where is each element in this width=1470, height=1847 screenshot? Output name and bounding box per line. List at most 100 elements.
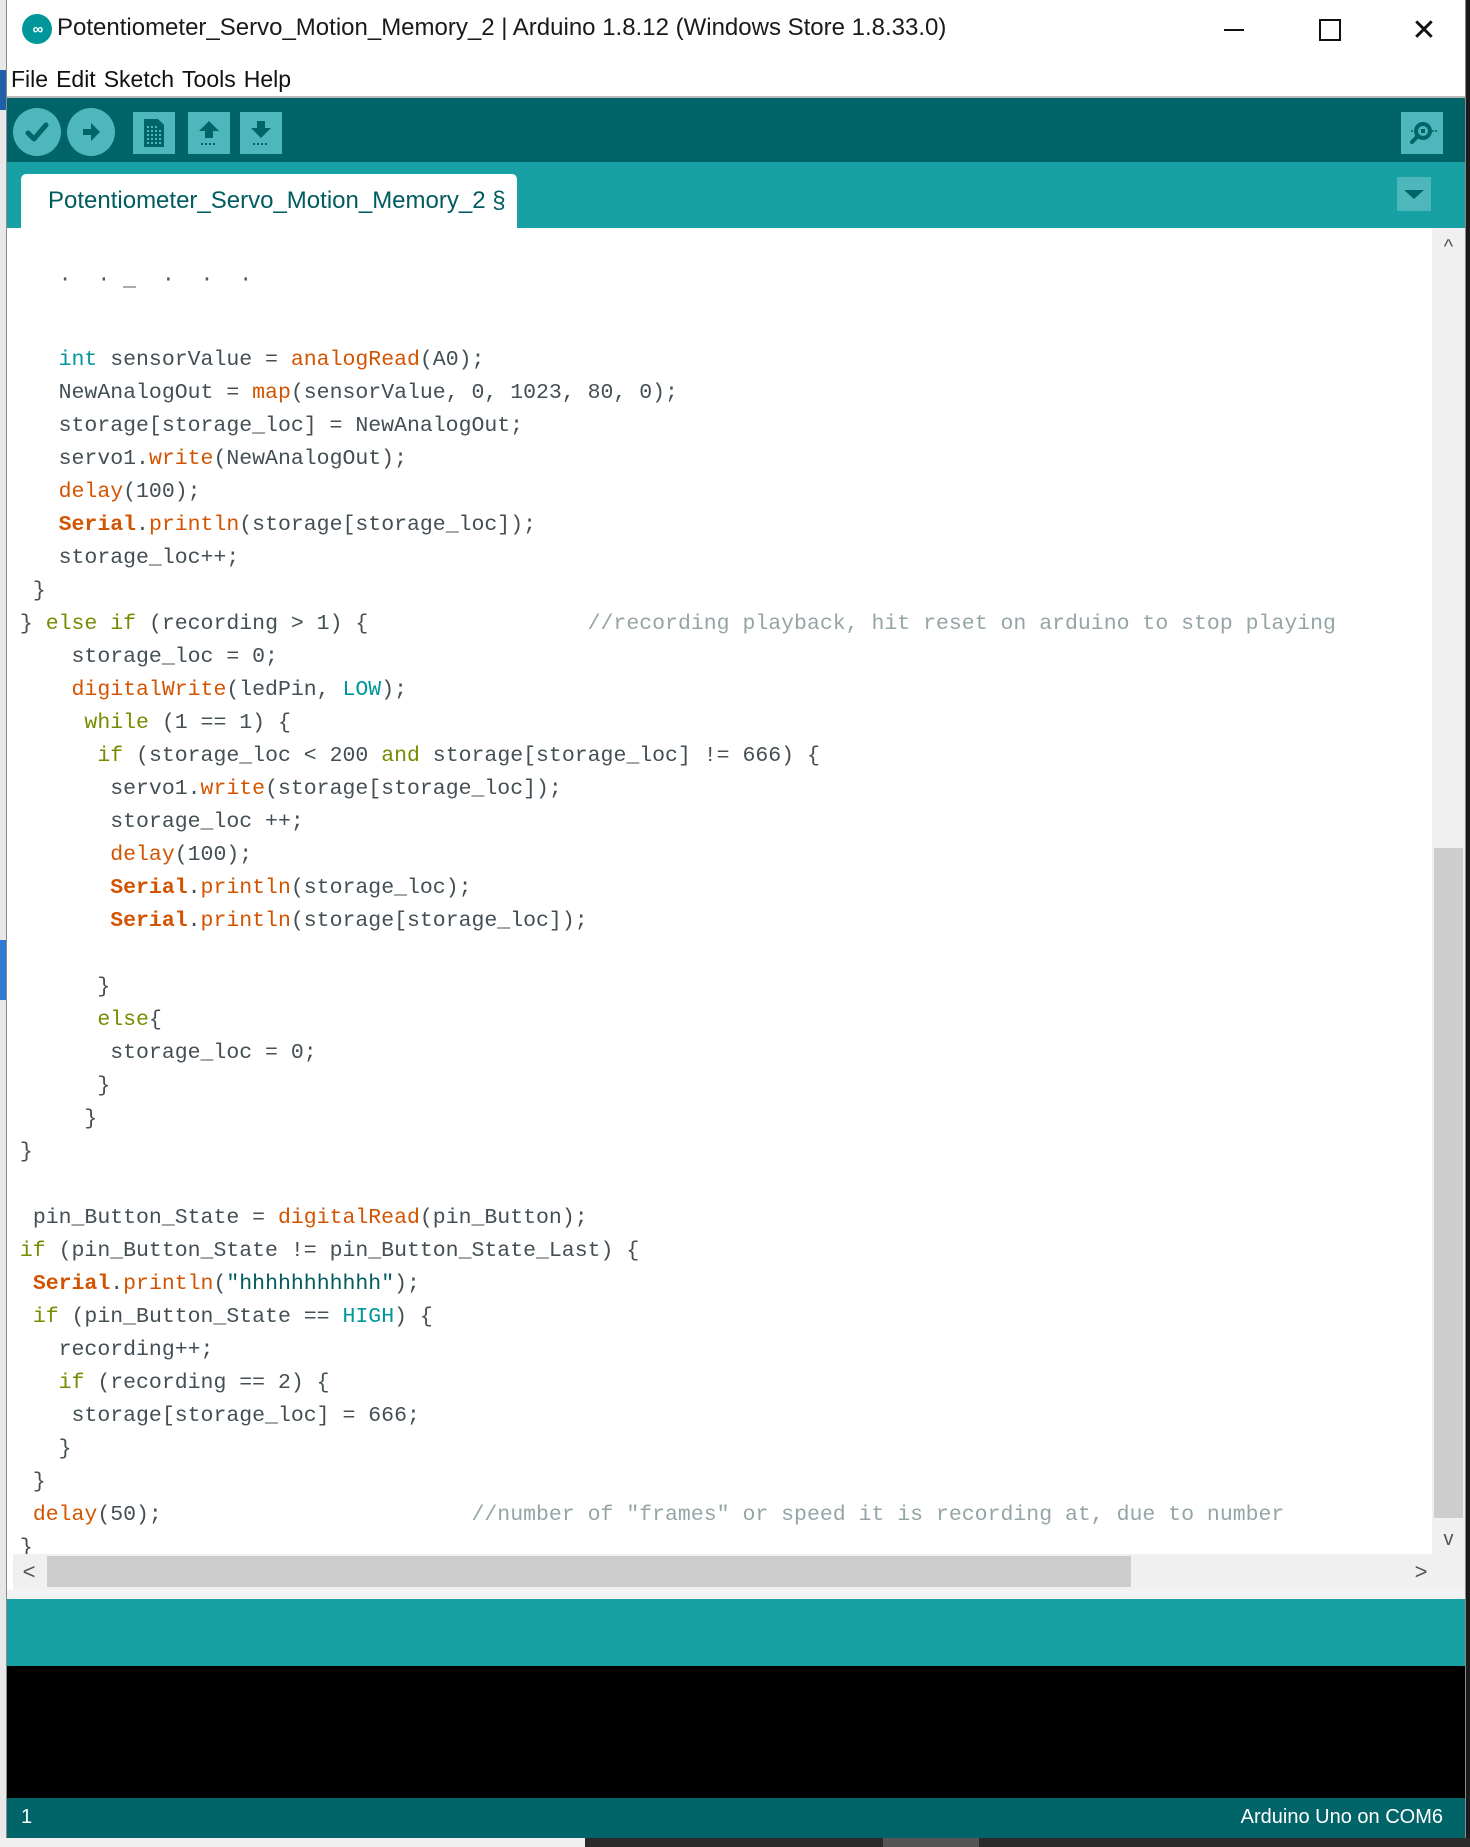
code-constant-token: LOW — [342, 678, 382, 702]
code-text-token: sensorValue = — [97, 348, 291, 372]
code-line: } — [7, 1466, 1336, 1499]
tab-sketch-main[interactable]: Potentiometer_Servo_Motion_Memory_2 § — [21, 174, 517, 228]
code-text-token: } — [32, 579, 46, 603]
code-line: storage[storage_loc] = NewAnalogOut; — [7, 410, 1336, 443]
code-line: servo1.write(NewAnalogOut); — [7, 443, 1336, 476]
scroll-left-icon[interactable]: < — [15, 1554, 43, 1590]
code-text-token: . — [110, 1272, 124, 1296]
code-line: delay(50); //number of "frames" or speed… — [7, 1499, 1336, 1532]
code-text-token: (sensorValue, 0, 1023, 80, 0); — [290, 381, 678, 405]
console-output[interactable] — [7, 1666, 1465, 1798]
code-line: if (storage_loc < 200 and storage[storag… — [7, 740, 1336, 773]
menu-help[interactable]: Help — [240, 66, 291, 93]
code-text-token: } — [58, 1437, 72, 1461]
verify-button[interactable] — [13, 108, 61, 156]
horizontal-scroll-thumb[interactable] — [47, 1556, 1131, 1587]
editor-divider[interactable] — [7, 1590, 1465, 1599]
vertical-scroll-thumb[interactable] — [1434, 848, 1463, 1518]
serial-monitor-button[interactable] — [1401, 112, 1443, 154]
message-bar — [7, 1599, 1465, 1666]
code-line: int sensorValue = analogRead(A0); — [7, 344, 1336, 377]
arrow-down-icon — [251, 121, 271, 145]
code-text-token: (storage_loc); — [290, 876, 472, 900]
scroll-down-icon[interactable]: v — [1432, 1524, 1465, 1554]
menu-tools[interactable]: Tools — [178, 66, 236, 93]
code-text-token: (storage[storage_loc]); — [265, 777, 562, 801]
code-line: Serial.println(storage_loc); — [7, 872, 1336, 905]
code-line: digitalWrite(ledPin, LOW); — [7, 674, 1336, 707]
menu-file[interactable]: File — [7, 66, 48, 93]
code-line: Serial.println("hhhhhhhhhhh"); — [7, 1268, 1336, 1301]
code-text-token: } — [97, 1074, 111, 1098]
horizontal-scrollbar[interactable]: < > — [13, 1554, 1432, 1590]
code-text-token: (pin_Button); — [419, 1206, 588, 1230]
upload-button[interactable] — [67, 108, 115, 156]
save-button[interactable] — [240, 112, 282, 154]
code-keyword-token: else if — [45, 612, 137, 636]
minimize-button[interactable] — [1199, 0, 1269, 60]
code-class-token: Serial — [32, 1272, 111, 1296]
code-text-token: . — [136, 513, 149, 537]
code-text-token: } — [19, 1140, 33, 1164]
code-text-token: } — [97, 975, 111, 999]
maximize-button[interactable] — [1295, 0, 1365, 60]
code-line: recording++; — [7, 1334, 1336, 1367]
scroll-up-icon[interactable]: ^ — [1432, 232, 1465, 262]
status-bar: 1 Arduino Uno on COM6 — [7, 1798, 1465, 1838]
code-keyword-token: if — [58, 1371, 85, 1395]
code-line: } else if (recording > 1) { //recording … — [7, 608, 1336, 641]
code-function-token: delay — [58, 480, 124, 504]
open-button[interactable] — [188, 112, 230, 154]
code-class-token: Serial — [110, 876, 188, 900]
menu-edit[interactable]: Edit — [52, 66, 96, 93]
tab-menu-button[interactable] — [1397, 177, 1431, 211]
code-text-token: ( — [213, 1272, 227, 1296]
triangle-down-icon — [1404, 189, 1424, 199]
menu-sketch[interactable]: Sketch — [100, 66, 174, 93]
code-line: storage_loc++; — [7, 542, 1336, 575]
vertical-scrollbar[interactable]: ^ v — [1432, 228, 1465, 1590]
code-text: · · _ · · · int sensorValue = analogRead… — [7, 228, 1336, 1554]
code-editor[interactable]: · · _ · · · int sensorValue = analogRead… — [7, 228, 1432, 1554]
code-type-token: int — [58, 348, 98, 372]
arrow-up-icon — [199, 121, 219, 145]
document-icon — [144, 119, 164, 147]
code-keyword-token: if — [32, 1305, 59, 1329]
toolbar — [7, 98, 1465, 162]
code-text-token: } — [84, 1107, 98, 1131]
code-line: } — [7, 1103, 1336, 1136]
arduino-ide-window: ∞ Potentiometer_Servo_Motion_Memory_2 | … — [6, 0, 1466, 1838]
close-button[interactable]: ✕ — [1389, 0, 1459, 60]
code-text-token: recording++; — [58, 1338, 214, 1362]
scroll-right-icon[interactable]: > — [1407, 1554, 1435, 1590]
code-function-token: analogRead — [290, 348, 420, 372]
code-line: pin_Button_State = digitalRead(pin_Butto… — [7, 1202, 1336, 1235]
code-class-token: Serial — [110, 909, 188, 933]
code-text-token: (pin_Button_State == — [58, 1305, 343, 1329]
code-comment: //number of "frames" or speed it is reco… — [471, 1503, 1285, 1527]
new-sketch-button[interactable] — [133, 112, 175, 154]
title-bar[interactable]: ∞ Potentiometer_Servo_Motion_Memory_2 | … — [7, 0, 1465, 60]
background-taskbar-strip — [0, 1838, 1470, 1847]
code-function-token: digitalWrite — [71, 678, 227, 702]
code-keyword-token: and — [381, 744, 420, 768]
code-line: } — [7, 1433, 1336, 1466]
